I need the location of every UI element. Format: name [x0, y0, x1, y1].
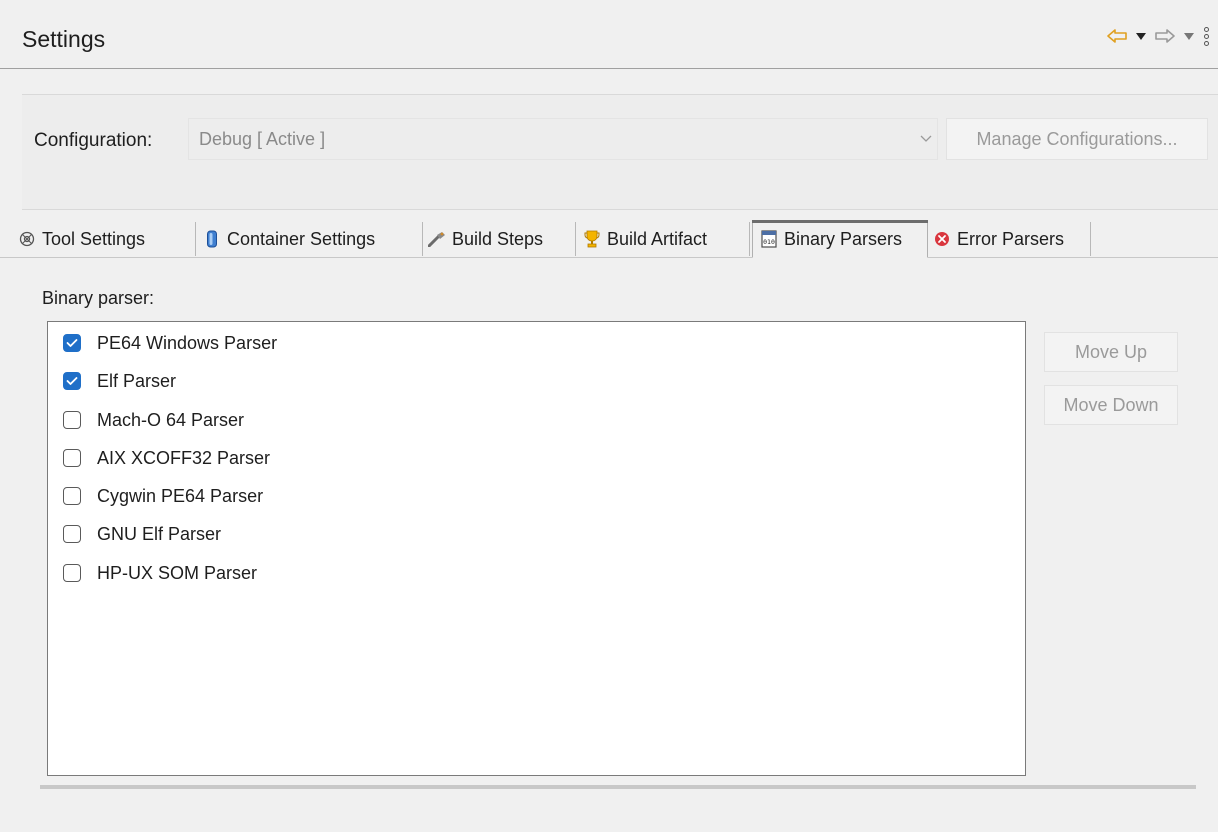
- tab-build-steps[interactable]: Build Steps: [428, 222, 576, 256]
- configuration-panel: Configuration: Debug [ Active ] Manage C…: [22, 94, 1218, 210]
- tab-label: Tool Settings: [42, 228, 146, 249]
- page-title: Settings: [22, 26, 106, 52]
- checkbox[interactable]: [63, 334, 81, 352]
- tab-binary-parsers[interactable]: 010 Binary Parsers: [752, 220, 928, 258]
- move-down-button[interactable]: Move Down: [1044, 385, 1178, 425]
- binary-parser-list: PE64 Windows Parser Elf Parser Mach-O 64…: [47, 321, 1026, 776]
- kebab-menu-icon[interactable]: [1202, 25, 1210, 47]
- tab-build-artifact[interactable]: Build Artifact: [583, 222, 750, 256]
- manage-configurations-button[interactable]: Manage Configurations...: [946, 118, 1208, 160]
- parser-aix-xcoff32[interactable]: AIX XCOFF32 Parser: [63, 444, 270, 472]
- binary-parser-label: Binary parser:: [42, 288, 155, 308]
- forward-history-dropdown[interactable]: [1182, 25, 1196, 47]
- tab-container-settings[interactable]: Container Settings: [203, 222, 423, 256]
- parser-pe64-windows[interactable]: PE64 Windows Parser: [63, 329, 277, 357]
- parser-mach-o-64[interactable]: Mach-O 64 Parser: [63, 406, 244, 434]
- tab-label: Binary Parsers: [784, 228, 903, 249]
- checkbox[interactable]: [63, 564, 81, 582]
- chevron-down-icon: [1184, 32, 1194, 40]
- horizontal-scrollbar[interactable]: [40, 785, 1196, 789]
- error-icon: [933, 230, 951, 248]
- parser-hp-ux-som[interactable]: HP-UX SOM Parser: [63, 559, 257, 587]
- container-icon: [203, 230, 221, 248]
- tab-label: Error Parsers: [957, 228, 1065, 249]
- nav-toolbar: [1106, 24, 1210, 48]
- checkbox[interactable]: [63, 525, 81, 543]
- move-up-button[interactable]: Move Up: [1044, 332, 1178, 372]
- parser-label: AIX XCOFF32 Parser: [97, 447, 271, 468]
- checkbox[interactable]: [63, 449, 81, 467]
- checkbox[interactable]: [63, 411, 81, 429]
- parser-label: Cygwin PE64 Parser: [97, 485, 264, 506]
- configuration-select[interactable]: Debug [ Active ]: [188, 118, 938, 160]
- parser-label: PE64 Windows Parser: [97, 332, 278, 353]
- gear-icon: [18, 230, 36, 248]
- configuration-value: Debug [ Active ]: [199, 128, 326, 149]
- configuration-label: Configuration:: [34, 130, 153, 151]
- parser-cygwin-pe64[interactable]: Cygwin PE64 Parser: [63, 482, 263, 510]
- svg-text:010: 010: [763, 238, 775, 246]
- tab-label: Build Steps: [452, 228, 544, 249]
- tab-label: Build Artifact: [607, 228, 708, 249]
- back-arrow-icon[interactable]: [1106, 25, 1128, 47]
- tab-tool-settings[interactable]: Tool Settings: [18, 222, 196, 256]
- tab-error-parsers[interactable]: Error Parsers: [933, 222, 1091, 256]
- chevron-down-icon: [915, 135, 937, 143]
- checkbox[interactable]: [63, 372, 81, 390]
- build-steps-icon: [428, 230, 446, 248]
- settings-header: Settings: [0, 10, 1218, 69]
- parser-elf[interactable]: Elf Parser: [63, 367, 176, 395]
- parser-label: Mach-O 64 Parser: [97, 409, 245, 430]
- binary-file-icon: 010: [760, 230, 778, 248]
- forward-arrow-icon[interactable]: [1154, 25, 1176, 47]
- chevron-down-icon: [1136, 32, 1146, 40]
- parser-label: HP-UX SOM Parser: [97, 562, 258, 583]
- parser-label: Elf Parser: [97, 370, 177, 391]
- trophy-icon: [583, 230, 601, 248]
- checkbox[interactable]: [63, 487, 81, 505]
- parser-gnu-elf[interactable]: GNU Elf Parser: [63, 520, 221, 548]
- settings-tabs: Tool Settings Container Settings Build S…: [0, 218, 1218, 258]
- tab-label: Container Settings: [227, 228, 376, 249]
- back-history-dropdown[interactable]: [1134, 25, 1148, 47]
- parser-label: GNU Elf Parser: [97, 523, 222, 544]
